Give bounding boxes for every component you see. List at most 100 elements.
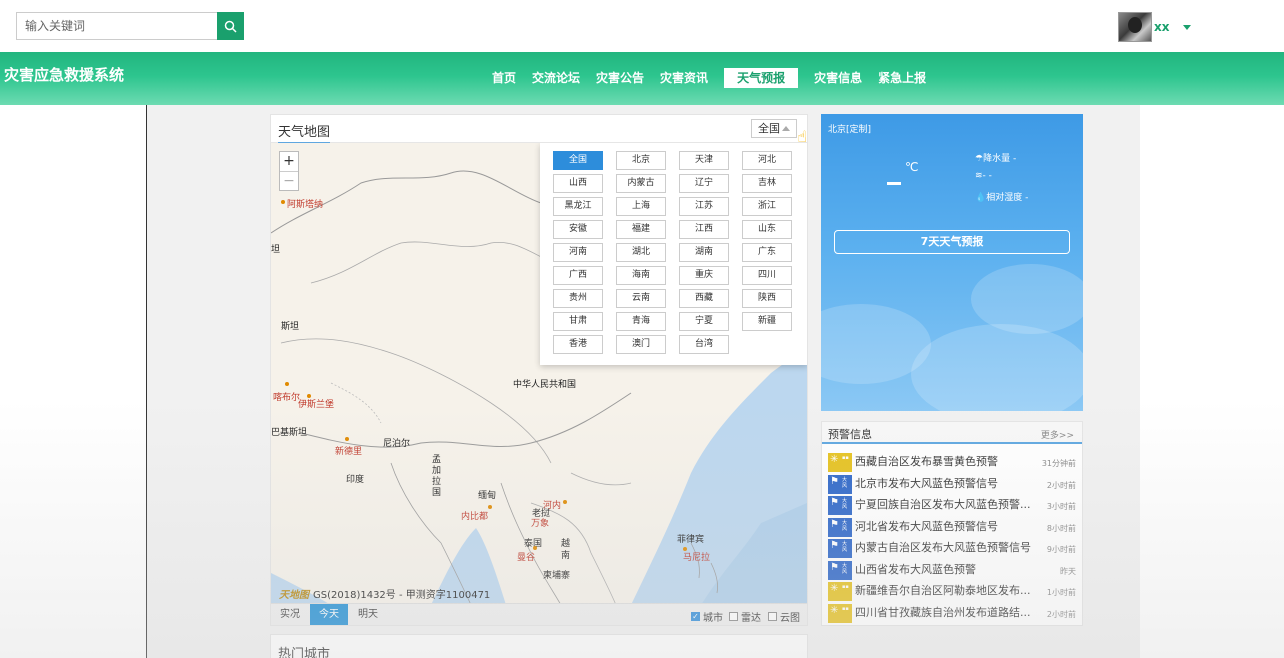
- map-label: 曼谷: [517, 553, 536, 563]
- province-option[interactable]: 重庆: [679, 266, 729, 285]
- province-option[interactable]: 吉林: [742, 174, 792, 193]
- province-option[interactable]: 全国: [553, 151, 603, 170]
- map-label: 越南: [561, 539, 571, 561]
- warning-time: 昨天: [1060, 566, 1076, 576]
- map-label: 缅甸: [478, 491, 497, 501]
- province-option[interactable]: 西藏: [679, 289, 729, 308]
- map-canvas[interactable]: + − 阿斯塔纳 坦 斯坦 中华人民共和国 喀布尔 伊斯兰堡 巴基斯坦 尼泊尔 …: [271, 143, 807, 605]
- warning-item[interactable]: ⚑ 大风 内蒙古自治区发布大风蓝色预警信号 9小时前: [822, 538, 1082, 560]
- warning-text[interactable]: 四川省甘孜藏族自治州发布道路结...: [855, 603, 1031, 623]
- warning-text[interactable]: 宁夏回族自治区发布大风蓝色预警...: [855, 495, 1031, 515]
- warning-text[interactable]: 河北省发布大风蓝色预警信号: [855, 517, 1031, 537]
- map-dot: [563, 500, 567, 504]
- map-footer: 实况 今天 明天 ✓ 城市 雷达 云图: [271, 603, 807, 625]
- province-option[interactable]: 香港: [553, 335, 603, 354]
- province-option[interactable]: 广东: [742, 243, 792, 262]
- map-dot: [345, 437, 349, 441]
- zoom-in-button[interactable]: +: [280, 152, 298, 171]
- province-option[interactable]: 甘肃: [553, 312, 603, 331]
- layer-city-checkbox[interactable]: ✓ 城市: [691, 609, 723, 624]
- warning-item[interactable]: ⚑ 大风 宁夏回族自治区发布大风蓝色预警... 3小时前: [822, 495, 1082, 517]
- province-option[interactable]: 青海: [616, 312, 666, 331]
- province-option[interactable]: 江西: [679, 220, 729, 239]
- nav-item-weather[interactable]: 天气预报: [724, 68, 799, 88]
- weather-city[interactable]: 北京[定制]: [828, 122, 871, 135]
- map-dot: [281, 200, 285, 204]
- province-option[interactable]: 天津: [679, 151, 729, 170]
- search-box: [16, 12, 244, 40]
- user-menu[interactable]: xx: [1118, 12, 1192, 42]
- province-option[interactable]: 湖南: [679, 243, 729, 262]
- nav-item-report[interactable]: 紧急上报: [878, 68, 926, 88]
- nav-item-announcement[interactable]: 灾害公告: [596, 68, 644, 88]
- nav-item-forum[interactable]: 交流论坛: [532, 68, 580, 88]
- weather-card: 北京[定制] ℃ ☂降水量 - ≋- - 💧相对湿度 - 7天天气预报: [821, 114, 1083, 411]
- province-option[interactable]: 浙江: [742, 197, 792, 216]
- nav-item-home[interactable]: 首页: [492, 68, 516, 88]
- map-label: 伊斯兰堡: [298, 400, 335, 410]
- warning-item[interactable]: ⚑ 大风 北京市发布大风蓝色预警信号 2小时前: [822, 474, 1082, 496]
- province-option[interactable]: 台湾: [679, 335, 729, 354]
- warning-item[interactable]: ⚑ 大风 河北省发布大风蓝色预警信号 8小时前: [822, 517, 1082, 539]
- province-option[interactable]: 四川: [742, 266, 792, 285]
- province-option[interactable]: 海南: [616, 266, 666, 285]
- province-option[interactable]: 上海: [616, 197, 666, 216]
- province-option[interactable]: 山东: [742, 220, 792, 239]
- warning-item[interactable]: ⚑ 大风 山西省发布大风蓝色预警 昨天: [822, 560, 1082, 582]
- province-option[interactable]: 安徽: [553, 220, 603, 239]
- province-option[interactable]: 河南: [553, 243, 603, 262]
- warning-item[interactable]: ✳ ▪▪ 四川省甘孜藏族自治州发布道路结... 2小时前: [822, 603, 1082, 625]
- map-label: 内比都: [461, 512, 489, 522]
- province-option[interactable]: 云南: [616, 289, 666, 308]
- map-header: 天气地图 全国 ☝: [271, 115, 807, 146]
- province-option[interactable]: 新疆: [742, 312, 792, 331]
- warning-item[interactable]: ✳ ▪▪ 新疆维吾尔自治区阿勒泰地区发布... 1小时前: [822, 581, 1082, 603]
- province-option[interactable]: 辽宁: [679, 174, 729, 193]
- province-option[interactable]: 黑龙江: [553, 197, 603, 216]
- zoom-out-button[interactable]: −: [280, 171, 298, 190]
- province-option[interactable]: 澳门: [616, 335, 666, 354]
- chevron-down-icon[interactable]: [1183, 24, 1192, 30]
- province-option[interactable]: 湖北: [616, 243, 666, 262]
- tab-tomorrow[interactable]: 明天: [349, 604, 387, 625]
- snow-warning-icon: ✳ ▪▪: [828, 603, 852, 623]
- snow-warning-icon: ✳ ▪▪: [828, 453, 852, 472]
- seven-day-forecast-button[interactable]: 7天天气预报: [834, 230, 1070, 254]
- more-link[interactable]: 更多>>: [1041, 428, 1074, 441]
- nav-item-news[interactable]: 灾害资讯: [660, 68, 708, 88]
- warning-text[interactable]: 山西省发布大风蓝色预警: [855, 560, 1031, 580]
- warning-text[interactable]: 北京市发布大风蓝色预警信号: [855, 474, 1031, 494]
- province-select[interactable]: 全国: [751, 119, 797, 138]
- province-option[interactable]: 广西: [553, 266, 603, 285]
- search-button[interactable]: [217, 12, 244, 40]
- warning-time: 9小时前: [1046, 545, 1076, 554]
- province-option[interactable]: 福建: [616, 220, 666, 239]
- province-option[interactable]: 陕西: [742, 289, 792, 308]
- nav-item-disaster-info[interactable]: 灾害信息: [814, 68, 862, 88]
- province-option[interactable]: 河北: [742, 151, 792, 170]
- tab-today[interactable]: 今天: [310, 604, 348, 625]
- warning-text[interactable]: 内蒙古自治区发布大风蓝色预警信号: [855, 538, 1031, 558]
- warning-text[interactable]: 西藏自治区发布暴雪黄色预警: [855, 452, 1031, 472]
- province-option[interactable]: 山西: [553, 174, 603, 193]
- user-name[interactable]: xx: [1154, 20, 1169, 34]
- province-option[interactable]: 贵州: [553, 289, 603, 308]
- layer-cloud-checkbox[interactable]: 云图: [768, 609, 800, 624]
- province-option[interactable]: 北京: [616, 151, 666, 170]
- precipitation-stat: ☂降水量 -: [975, 151, 1016, 164]
- province-option[interactable]: 宁夏: [679, 312, 729, 331]
- tab-current[interactable]: 实况: [271, 604, 309, 625]
- map-label: 马尼拉: [683, 553, 711, 563]
- site-logo[interactable]: 灾害应急救援系统: [4, 64, 124, 85]
- warning-text[interactable]: 新疆维吾尔自治区阿勒泰地区发布...: [855, 581, 1031, 601]
- main-nav: 灾害应急救援系统 首页 交流论坛 灾害公告 灾害资讯 天气预报 灾害信息 紧急上…: [0, 52, 1284, 105]
- humidity-stat: 💧相对湿度 -: [975, 190, 1028, 203]
- province-option[interactable]: 江苏: [679, 197, 729, 216]
- layer-radar-checkbox[interactable]: 雷达: [729, 609, 761, 624]
- province-option[interactable]: 内蒙古: [616, 174, 666, 193]
- avatar[interactable]: [1118, 12, 1152, 42]
- map-label: 印度: [346, 475, 365, 485]
- search-input[interactable]: [16, 12, 218, 40]
- map-dot: [488, 505, 492, 509]
- warning-item[interactable]: ✳ ▪▪ 西藏自治区发布暴雪黄色预警 31分钟前: [822, 452, 1082, 474]
